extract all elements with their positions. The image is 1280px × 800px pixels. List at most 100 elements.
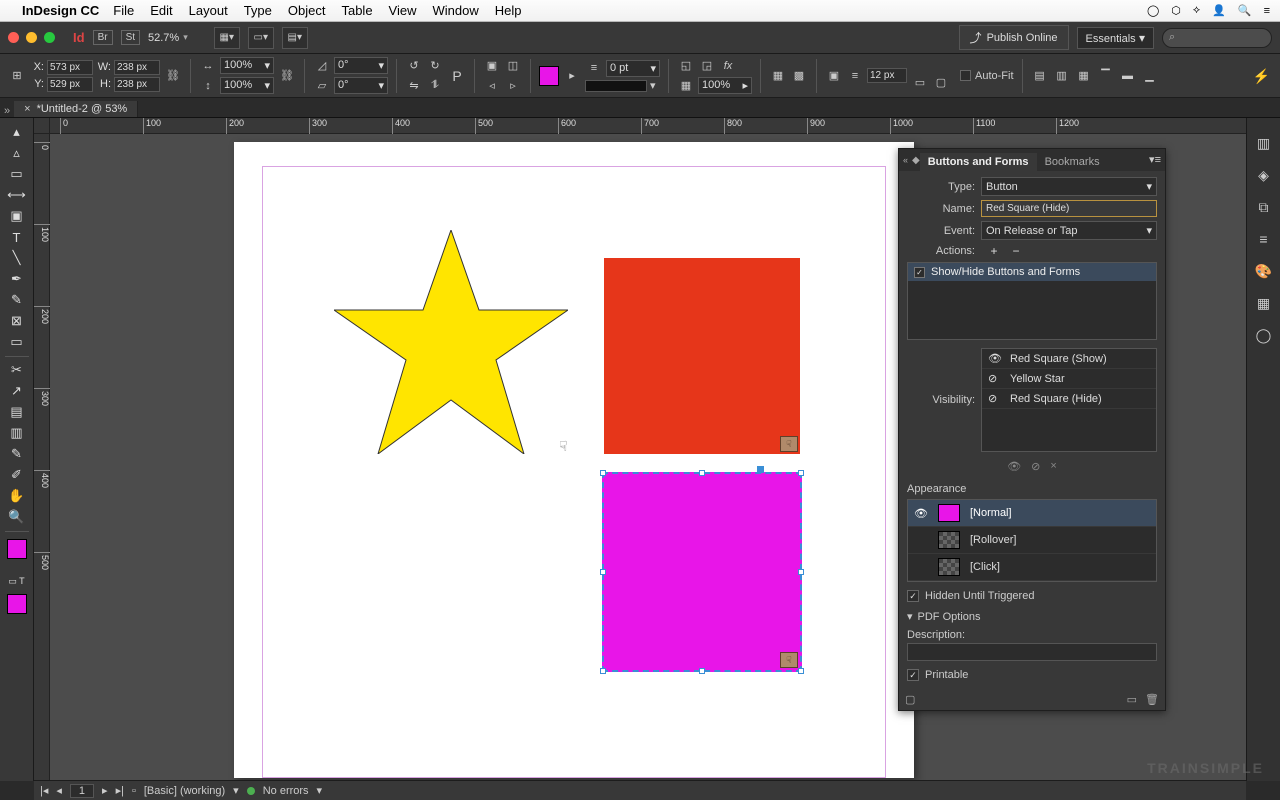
- apply-color[interactable]: ▭ T: [4, 571, 30, 591]
- fill-swatch[interactable]: [539, 66, 559, 86]
- vertical-ruler[interactable]: 0 100 200 300 400 500: [34, 134, 50, 781]
- eye-hidden-icon[interactable]: ⊘: [988, 372, 1002, 385]
- links-panel-icon[interactable]: ⧉: [1254, 198, 1274, 216]
- hand-tool[interactable]: ✋: [4, 486, 30, 506]
- pencil-tool[interactable]: ✎: [4, 290, 30, 310]
- appearance-list[interactable]: 👁[Normal] [Rollover] [Click]: [907, 499, 1157, 582]
- selection-tool[interactable]: ▴: [4, 122, 30, 142]
- align-center[interactable]: ▥: [1053, 67, 1071, 85]
- eye-hidden-icon[interactable]: ⊘: [988, 392, 1002, 405]
- rotate-angle[interactable]: 0°▾: [334, 57, 388, 74]
- gradient-feather-tool[interactable]: ▥: [4, 423, 30, 443]
- constrain-wh[interactable]: ⛓: [164, 67, 182, 85]
- direct-selection-tool[interactable]: ▵: [4, 143, 30, 163]
- x-input[interactable]: [47, 60, 93, 75]
- page-nav-next[interactable]: ▸: [102, 784, 108, 797]
- name-input[interactable]: [981, 200, 1157, 217]
- action-checkbox[interactable]: ✓: [914, 267, 925, 278]
- text-wrap-none[interactable]: ▦: [769, 67, 787, 85]
- rectangle-tool[interactable]: ▭: [4, 332, 30, 352]
- minimize-window[interactable]: [26, 32, 37, 43]
- add-action-button[interactable]: +: [987, 244, 1001, 258]
- search-field[interactable]: ⌕: [1162, 28, 1272, 48]
- page-number-field[interactable]: 1: [70, 784, 94, 798]
- fit-content[interactable]: ▭: [911, 74, 929, 92]
- content-collector-tool[interactable]: ▣: [4, 206, 30, 226]
- align-top[interactable]: ▔: [1097, 67, 1115, 85]
- shear-angle[interactable]: 0°▾: [334, 77, 388, 94]
- align-bottom[interactable]: ▁: [1141, 67, 1159, 85]
- select-content[interactable]: ◫: [504, 57, 522, 75]
- printable-checkbox[interactable]: ✓: [907, 669, 919, 681]
- action-item[interactable]: ✓ Show/Hide Buttons and Forms: [908, 263, 1156, 281]
- wifi-icon[interactable]: ⟡: [1193, 4, 1200, 17]
- zoom-level[interactable]: 52.7%: [148, 32, 188, 44]
- close-tab-icon[interactable]: ×: [24, 103, 30, 115]
- rectangle-frame-tool[interactable]: ⊠: [4, 311, 30, 331]
- actions-list[interactable]: ✓ Show/Hide Buttons and Forms: [907, 262, 1157, 340]
- constrain-scale[interactable]: ⛓: [278, 67, 296, 85]
- cc-libraries-icon[interactable]: ◯: [1254, 326, 1274, 344]
- menu-window[interactable]: Window: [433, 3, 479, 18]
- flip-h[interactable]: ⇋: [405, 77, 423, 95]
- align-left[interactable]: ▤: [1031, 67, 1049, 85]
- note-tool[interactable]: ✎: [4, 444, 30, 464]
- cc-icon[interactable]: ◯: [1147, 4, 1159, 17]
- scale-y[interactable]: 100%▾: [220, 77, 274, 94]
- appearance-rollover[interactable]: [Rollover]: [908, 527, 1156, 554]
- stock-icon[interactable]: St: [121, 30, 140, 45]
- appearance-click[interactable]: [Click]: [908, 554, 1156, 581]
- remove-action-button[interactable]: −: [1009, 244, 1023, 258]
- menu-edit[interactable]: Edit: [150, 3, 172, 18]
- red-square-shape[interactable]: ☟: [604, 258, 800, 454]
- opacity[interactable]: 100%▸: [698, 77, 752, 94]
- align-right[interactable]: ▦: [1075, 67, 1093, 85]
- next-object[interactable]: ▹: [504, 77, 522, 95]
- tab-buttons-forms[interactable]: Buttons and Forms: [920, 153, 1037, 171]
- text-wrap-bounding[interactable]: ▩: [790, 67, 808, 85]
- user-icon[interactable]: 👤: [1212, 4, 1226, 17]
- gradient-swatch-tool[interactable]: ▤: [4, 402, 30, 422]
- pen-tool[interactable]: ✒: [4, 269, 30, 289]
- autofit-checkbox[interactable]: [960, 70, 971, 81]
- free-transform-tool[interactable]: ↗: [4, 381, 30, 401]
- lightning-icon[interactable]: ⚡: [1253, 68, 1270, 85]
- fill-dropdown[interactable]: ▸: [563, 67, 581, 85]
- h-input[interactable]: [114, 77, 160, 92]
- spotlight-icon[interactable]: 🔍: [1238, 4, 1252, 17]
- type-dropdown[interactable]: Button▾: [981, 177, 1157, 196]
- y-input[interactable]: [47, 77, 93, 92]
- menu-icon[interactable]: ≡: [1264, 5, 1270, 17]
- event-dropdown[interactable]: On Release or Tap▾: [981, 221, 1157, 240]
- panel-menu-icon[interactable]: ▾≡: [1149, 153, 1161, 166]
- pdf-options-disclosure[interactable]: ▾PDF Options: [907, 610, 1157, 623]
- document-tab[interactable]: × *Untitled-2 @ 53%: [14, 101, 138, 117]
- center-content[interactable]: ▢: [932, 74, 950, 92]
- panel-collapse-icon[interactable]: «: [899, 155, 912, 165]
- rotate-ccw[interactable]: ↺: [405, 57, 423, 75]
- rotation-handle[interactable]: [757, 466, 764, 473]
- eye-icon[interactable]: 👁: [914, 507, 928, 520]
- page-tool[interactable]: ▭: [4, 164, 30, 184]
- layers-panel-icon[interactable]: ◈: [1254, 166, 1274, 184]
- line-tool[interactable]: ╲: [4, 248, 30, 268]
- visibility-row[interactable]: ⊘Yellow Star: [982, 369, 1156, 389]
- description-input[interactable]: [907, 643, 1157, 661]
- eyedropper-tool[interactable]: ✐: [4, 465, 30, 485]
- apply-swatch[interactable]: [7, 594, 27, 614]
- horizontal-ruler[interactable]: 0 100 200 300 400 500 600 700 800 900 10…: [50, 118, 1246, 134]
- workspace-switcher[interactable]: Essentials ▾: [1077, 27, 1155, 49]
- color-panel-icon[interactable]: 🎨: [1254, 262, 1274, 280]
- magenta-square-selected[interactable]: ☟: [602, 472, 802, 672]
- clear-icon[interactable]: ×: [1050, 460, 1056, 473]
- fit-frame[interactable]: ▣: [825, 67, 843, 85]
- menu-layout[interactable]: Layout: [189, 3, 228, 18]
- prev-object[interactable]: ◃: [483, 77, 501, 95]
- menu-type[interactable]: Type: [244, 3, 272, 18]
- arrange-docs[interactable]: ▤▾: [282, 27, 308, 49]
- preview-icon[interactable]: ▢: [905, 693, 915, 706]
- select-container[interactable]: ▣: [483, 57, 501, 75]
- appearance-normal[interactable]: 👁[Normal]: [908, 500, 1156, 527]
- eye-icon[interactable]: 👁: [988, 352, 1002, 365]
- page-nav-prev[interactable]: ◂: [56, 784, 62, 797]
